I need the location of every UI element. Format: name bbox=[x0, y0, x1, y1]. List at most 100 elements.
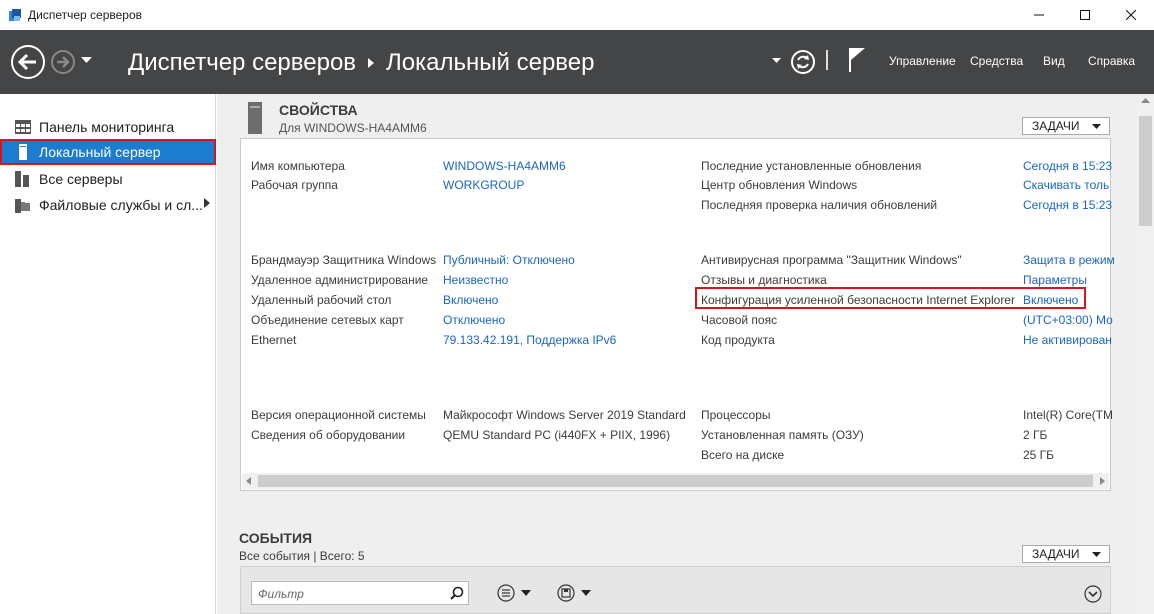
prop-memory: 2 ГБ bbox=[1023, 428, 1048, 442]
prop-product-key[interactable]: Не активирован bbox=[1023, 333, 1112, 347]
prop-workgroup[interactable]: WORKGROUP bbox=[443, 178, 524, 192]
sidebar-item-file-services[interactable]: Файловые службы и сл... bbox=[0, 192, 216, 218]
close-icon bbox=[1126, 10, 1136, 20]
properties-tasks-button[interactable]: ЗАДАЧИ bbox=[1022, 117, 1110, 135]
sidebar-item-dashboard[interactable]: Панель мониторинга bbox=[0, 114, 216, 140]
properties-server-icon bbox=[248, 102, 262, 134]
prop-timezone[interactable]: (UTC+03:00) Мо bbox=[1023, 313, 1113, 327]
prop-disk: 25 ГБ bbox=[1023, 448, 1055, 462]
sidebar-item-label: Панель мониторинга bbox=[39, 119, 175, 135]
prop-label: Всего на диске bbox=[701, 448, 785, 462]
prop-label: Брандмауэр Защитника Windows bbox=[251, 253, 437, 267]
dropdown-arrow-icon bbox=[1092, 552, 1101, 557]
prop-remote-desktop[interactable]: Включено bbox=[443, 293, 498, 307]
horizontal-scroll-thumb[interactable] bbox=[258, 475, 1093, 487]
scroll-up-icon[interactable] bbox=[1141, 98, 1150, 103]
properties-subtitle: Для WINDOWS-HA4AMM6 bbox=[279, 121, 427, 135]
servers-icon bbox=[14, 170, 32, 188]
prop-label: Последняя проверка наличия обновлений bbox=[701, 198, 938, 212]
tasks-label: ЗАДАЧИ bbox=[1032, 119, 1080, 133]
tasks-label: ЗАДАЧИ bbox=[1032, 547, 1080, 561]
prop-label: Процессоры bbox=[701, 408, 771, 422]
prop-label: Объединение сетевых карт bbox=[251, 313, 404, 327]
title-bar: Диспетчер серверов bbox=[0, 0, 1154, 30]
properties-title: СВОЙСТВА bbox=[279, 102, 358, 118]
prop-hardware: QEMU Standard PC (i440FX + PIIX, 1996) bbox=[443, 428, 671, 442]
breadcrumb-root[interactable]: Диспетчер серверов bbox=[128, 49, 356, 77]
dropdown-arrow-icon bbox=[521, 590, 531, 596]
save-query-button[interactable] bbox=[557, 584, 591, 602]
prop-label: Центр обновления Windows bbox=[701, 178, 858, 192]
menu-manage[interactable]: Управление bbox=[889, 54, 956, 68]
dropdown-arrow-icon bbox=[1092, 124, 1101, 129]
prop-label: Ethernet bbox=[251, 333, 297, 347]
scroll-right-icon[interactable] bbox=[1100, 477, 1105, 485]
minimize-button[interactable] bbox=[1016, 0, 1062, 30]
prop-last-updates[interactable]: Сегодня в 15:23 bbox=[1023, 159, 1112, 173]
prop-firewall[interactable]: Публичный: Отключено bbox=[443, 253, 575, 267]
maximize-button[interactable] bbox=[1062, 0, 1108, 30]
file-services-icon bbox=[14, 196, 32, 214]
back-arrow-icon[interactable] bbox=[10, 44, 46, 80]
header-divider bbox=[826, 50, 828, 70]
filter-placeholder: Фильтр bbox=[258, 587, 304, 601]
forward-arrow-icon[interactable] bbox=[50, 49, 76, 75]
refresh-icon[interactable] bbox=[790, 49, 816, 75]
sidebar: Панель мониторинга Локальный сервер Все … bbox=[0, 94, 216, 614]
sidebar-item-all-servers[interactable]: Все серверы bbox=[0, 166, 216, 192]
prop-label: Установленная память (ОЗУ) bbox=[701, 428, 864, 442]
prop-processors: Intel(R) Core(TM bbox=[1023, 408, 1114, 422]
horizontal-scrollbar[interactable] bbox=[242, 473, 1109, 489]
vertical-scrollbar[interactable] bbox=[1137, 94, 1154, 614]
prop-antivirus[interactable]: Защита в режим bbox=[1023, 253, 1115, 267]
prop-label: Последние установленные обновления bbox=[701, 159, 922, 173]
sidebar-item-label: Все серверы bbox=[39, 171, 123, 187]
menu-help[interactable]: Справка bbox=[1088, 54, 1135, 68]
prop-label: Часовой пояс bbox=[701, 313, 778, 327]
events-tasks-button[interactable]: ЗАДАЧИ bbox=[1022, 545, 1110, 563]
search-icon[interactable] bbox=[450, 586, 464, 600]
notifications-flag-icon[interactable] bbox=[848, 46, 866, 72]
breadcrumb-separator-icon bbox=[368, 58, 375, 68]
prop-last-check[interactable]: Сегодня в 15:23 bbox=[1023, 198, 1112, 212]
window-title: Диспетчер серверов bbox=[28, 8, 143, 22]
sidebar-item-local-server[interactable]: Локальный сервер bbox=[0, 139, 216, 165]
collapse-chevron-icon[interactable] bbox=[1084, 585, 1102, 603]
events-panel: Фильтр bbox=[240, 566, 1111, 614]
prop-label: Отзывы и диагностика bbox=[701, 273, 827, 287]
prop-label: Удаленное администрирование bbox=[251, 273, 429, 287]
menu-view[interactable]: Вид bbox=[1043, 54, 1065, 68]
menu-tools[interactable]: Средства bbox=[970, 54, 1023, 68]
prop-feedback[interactable]: Параметры bbox=[1023, 273, 1087, 287]
dropdown-arrow-icon bbox=[581, 590, 591, 596]
vertical-scroll-thumb[interactable] bbox=[1139, 116, 1152, 226]
main-content: СВОЙСТВА Для WINDOWS-HA4AMM6 ЗАДАЧИ Имя … bbox=[217, 94, 1154, 614]
list-options-button[interactable] bbox=[497, 584, 531, 602]
close-button[interactable] bbox=[1108, 0, 1154, 30]
filter-input[interactable]: Фильтр bbox=[251, 581, 469, 605]
list-icon bbox=[497, 584, 515, 602]
properties-panel: Имя компьютера WINDOWS-HA4AMM6 Рабочая г… bbox=[240, 138, 1115, 491]
prop-label: Антивирусная программа "Защитник Windows… bbox=[701, 253, 962, 267]
breadcrumb: Диспетчер серверов Локальный сервер bbox=[128, 49, 594, 77]
prop-ethernet[interactable]: 79.133.42.191, Поддержка IPv6 bbox=[443, 333, 616, 347]
sidebar-item-label: Локальный сервер bbox=[39, 144, 161, 160]
events-subtitle: Все события | Всего: 5 bbox=[239, 549, 365, 563]
scroll-left-icon[interactable] bbox=[246, 477, 251, 485]
breadcrumb-current: Локальный сервер bbox=[386, 49, 595, 76]
server-manager-app-icon bbox=[9, 9, 21, 21]
prop-label: Рабочая группа bbox=[251, 178, 338, 192]
server-icon bbox=[14, 143, 32, 161]
history-dropdown-icon[interactable] bbox=[81, 57, 92, 63]
prop-label: Код продукта bbox=[701, 333, 775, 347]
breadcrumb-dropdown-icon[interactable] bbox=[772, 58, 781, 63]
prop-computer-name[interactable]: WINDOWS-HA4AMM6 bbox=[443, 159, 566, 173]
maximize-icon bbox=[1080, 10, 1090, 20]
expand-chevron-icon[interactable] bbox=[204, 198, 210, 208]
prop-remote-management[interactable]: Неизвестно bbox=[443, 273, 508, 287]
prop-nic-teaming[interactable]: Отключено bbox=[443, 313, 505, 327]
prop-windows-update[interactable]: Скачивать толь bbox=[1023, 178, 1109, 192]
prop-label: Имя компьютера bbox=[251, 159, 345, 173]
save-icon bbox=[557, 584, 575, 602]
header-bar: Диспетчер серверов Локальный сервер Упра… bbox=[0, 30, 1154, 94]
